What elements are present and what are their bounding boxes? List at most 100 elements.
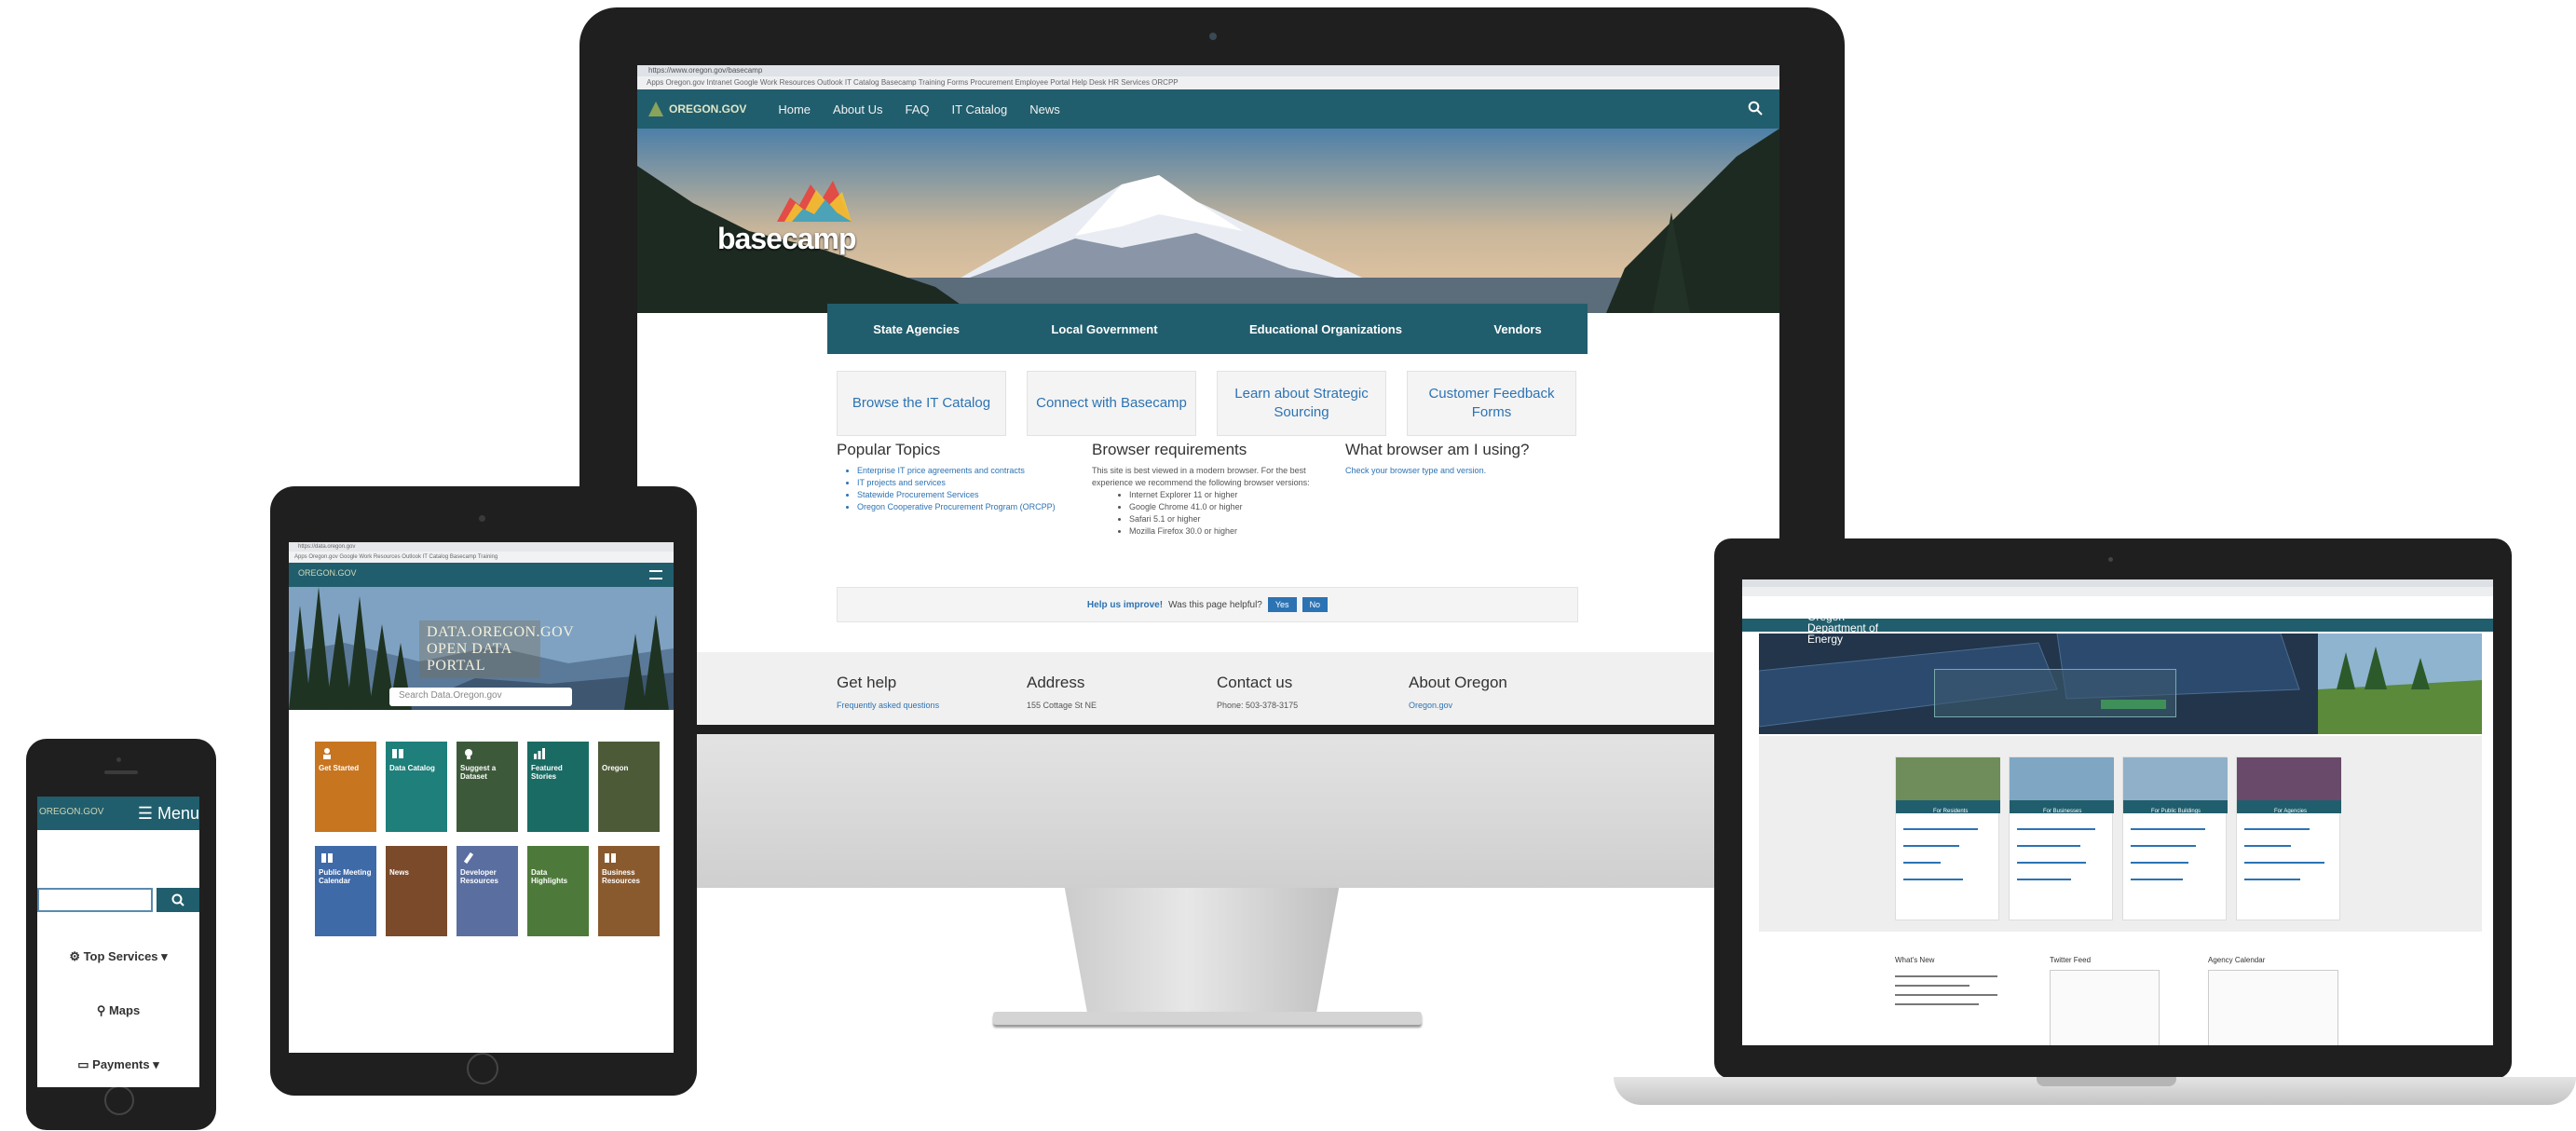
nav-news[interactable]: News [1029, 102, 1060, 116]
laptop-tabstrip[interactable] [1742, 579, 2493, 587]
topic-link[interactable]: Statewide Procurement Services [857, 489, 1079, 501]
card-link[interactable] [2131, 828, 2205, 830]
tablet-bookmarks[interactable]: Apps Oregon.gov Google Work Resources Ou… [289, 552, 674, 563]
tab-state-agencies[interactable]: State Agencies [873, 322, 960, 336]
tablet-search-input[interactable]: Search Data.Oregon.gov [389, 688, 572, 706]
card-link[interactable] [2017, 879, 2071, 880]
card-header: For Public Buildings [2123, 800, 2228, 814]
odoe-logo[interactable]: Oregon Department of Energy [1807, 611, 1878, 645]
which-browser: What browser am I using? Check your brow… [1345, 441, 1588, 477]
card-link[interactable] [2017, 862, 2086, 864]
tab-local-government[interactable]: Local Government [1051, 322, 1157, 336]
topic-link[interactable]: Enterprise IT price agreements and contr… [857, 465, 1079, 477]
phone-menu-button[interactable]: ☰ Menu [138, 804, 199, 824]
tile-news[interactable]: News [386, 846, 447, 936]
tile-oregon[interactable]: Oregon [598, 742, 660, 832]
nav-it-catalog[interactable]: IT Catalog [952, 102, 1008, 116]
footer-phone: Phone: 503-378-3175 [1217, 701, 1299, 710]
agency-calendar-heading: Agency Calendar [2208, 956, 2266, 964]
card-link[interactable] [2244, 828, 2310, 830]
phone-search-button[interactable] [157, 888, 199, 912]
feedback-no-button[interactable]: No [1302, 597, 1329, 612]
topic-link[interactable]: IT projects and services [857, 477, 1079, 489]
tile-get-started[interactable]: Get Started [315, 742, 376, 832]
card-link[interactable] [1903, 879, 1963, 880]
phone-home-button[interactable] [104, 1085, 134, 1115]
browser-tabstrip[interactable]: https://www.oregon.gov/basecamp [637, 65, 1779, 76]
portal-tiles: Get Started Data Catalog Suggest a Datas… [315, 742, 665, 971]
bookmarks-bar[interactable]: Apps Oregon.gov Intranet Google Work Res… [637, 76, 1779, 89]
laptop-bookmarks[interactable] [1742, 587, 2493, 596]
card-link[interactable] [2017, 845, 2080, 847]
topic-link[interactable]: Oregon Cooperative Procurement Program (… [857, 501, 1079, 513]
phone-nav: OREGON.GOV ☰ Menu [37, 797, 199, 830]
tablet-logo[interactable]: OREGON.GOV [298, 568, 357, 578]
nav-faq[interactable]: FAQ [906, 102, 930, 116]
card-link[interactable] [2131, 862, 2188, 864]
monitor-stand-base [993, 1012, 1422, 1025]
quick-links: Browse the IT Catalog Connect with Basec… [837, 371, 1576, 436]
card-link[interactable] [2244, 862, 2324, 864]
footer-about-oregon: About Oregon [1409, 674, 1507, 691]
card-agencies[interactable]: For Agencies [2236, 756, 2341, 920]
tile-public-meeting-calendar[interactable]: Public Meeting Calendar [315, 846, 376, 936]
card-link[interactable] [2131, 879, 2183, 880]
search-icon[interactable] [1748, 101, 1763, 116]
card-link[interactable] [1903, 845, 1959, 847]
card-link[interactable] [2244, 879, 2300, 880]
monitor-stand-neck [1064, 888, 1340, 1020]
wrench-icon [463, 852, 474, 864]
tile-suggest-dataset[interactable]: Suggest a Dataset [457, 742, 518, 832]
tile-featured-stories[interactable]: Featured Stories [527, 742, 589, 832]
browser-url[interactable]: https://www.oregon.gov/basecamp [648, 66, 762, 75]
card-public-buildings[interactable]: For Public Buildings [2122, 756, 2228, 920]
phone-maps[interactable]: ⚲ Maps [37, 1003, 199, 1018]
lightbulb-icon [465, 749, 472, 759]
nav-about-us[interactable]: About Us [833, 102, 882, 116]
tablet-browser-url[interactable]: https://data.oregon.gov [289, 542, 674, 552]
tablet-home-button[interactable] [467, 1053, 498, 1084]
bar-chart-icon [534, 748, 545, 759]
card-link[interactable] [2244, 845, 2291, 847]
card-link[interactable] [1903, 828, 1978, 830]
feedback-yes-button[interactable]: Yes [1267, 597, 1297, 612]
tile-data-catalog[interactable]: Data Catalog [386, 742, 447, 832]
card-image [2010, 757, 2114, 800]
search-icon [171, 893, 184, 906]
footer-faq-link[interactable]: Frequently asked questions [837, 701, 939, 710]
oregon-logo[interactable]: OREGON.GOV [648, 102, 746, 116]
card-residents[interactable]: For Residents [1895, 756, 2000, 920]
which-browser-link[interactable]: Check your browser type and version. [1345, 465, 1588, 477]
whats-new-section: What's New [1895, 956, 1997, 1013]
phone-top-services[interactable]: ⚙ Top Services ▾ [37, 949, 199, 964]
tile-business-resources[interactable]: Business Resources [598, 846, 660, 936]
card-feedback-forms[interactable]: Customer Feedback Forms [1407, 371, 1576, 436]
book-icon [605, 853, 616, 863]
basecamp-brand: basecamp [717, 222, 857, 255]
twitter-feed-heading: Twitter Feed [2050, 956, 2092, 964]
phone-payments[interactable]: ▭ Payments ▾ [37, 1057, 199, 1072]
tab-educational-organizations[interactable]: Educational Organizations [1249, 322, 1402, 336]
browser-item: Safari 5.1 or higher [1129, 513, 1325, 525]
card-header: For Agencies [2237, 800, 2341, 814]
phone-logo[interactable]: OREGON.GOV [39, 807, 103, 817]
card-header: For Residents [1896, 800, 2000, 814]
tab-vendors[interactable]: Vendors [1493, 322, 1541, 336]
phone-search-input[interactable] [37, 888, 153, 912]
hamburger-icon[interactable] [649, 570, 662, 579]
card-link[interactable] [2017, 828, 2095, 830]
tree-icon [648, 102, 663, 116]
tile-data-highlights[interactable]: Data Highlights [527, 846, 589, 936]
nav-home[interactable]: Home [778, 102, 811, 116]
footer-oregon-link[interactable]: Oregon.gov [1409, 701, 1452, 710]
card-link[interactable] [1903, 862, 1941, 864]
card-link[interactable] [2131, 845, 2196, 847]
card-strategic-sourcing[interactable]: Learn about Strategic Sourcing [1217, 371, 1386, 436]
calendar-widget[interactable] [2208, 970, 2338, 1045]
hero-cta-button[interactable] [2101, 700, 2166, 709]
card-connect-basecamp[interactable]: Connect with Basecamp [1027, 371, 1196, 436]
twitter-widget[interactable] [2050, 970, 2160, 1045]
card-browse-it-catalog[interactable]: Browse the IT Catalog [837, 371, 1006, 436]
card-businesses[interactable]: For Businesses [2009, 756, 2114, 920]
tile-developer-resources[interactable]: Developer Resources [457, 846, 518, 936]
